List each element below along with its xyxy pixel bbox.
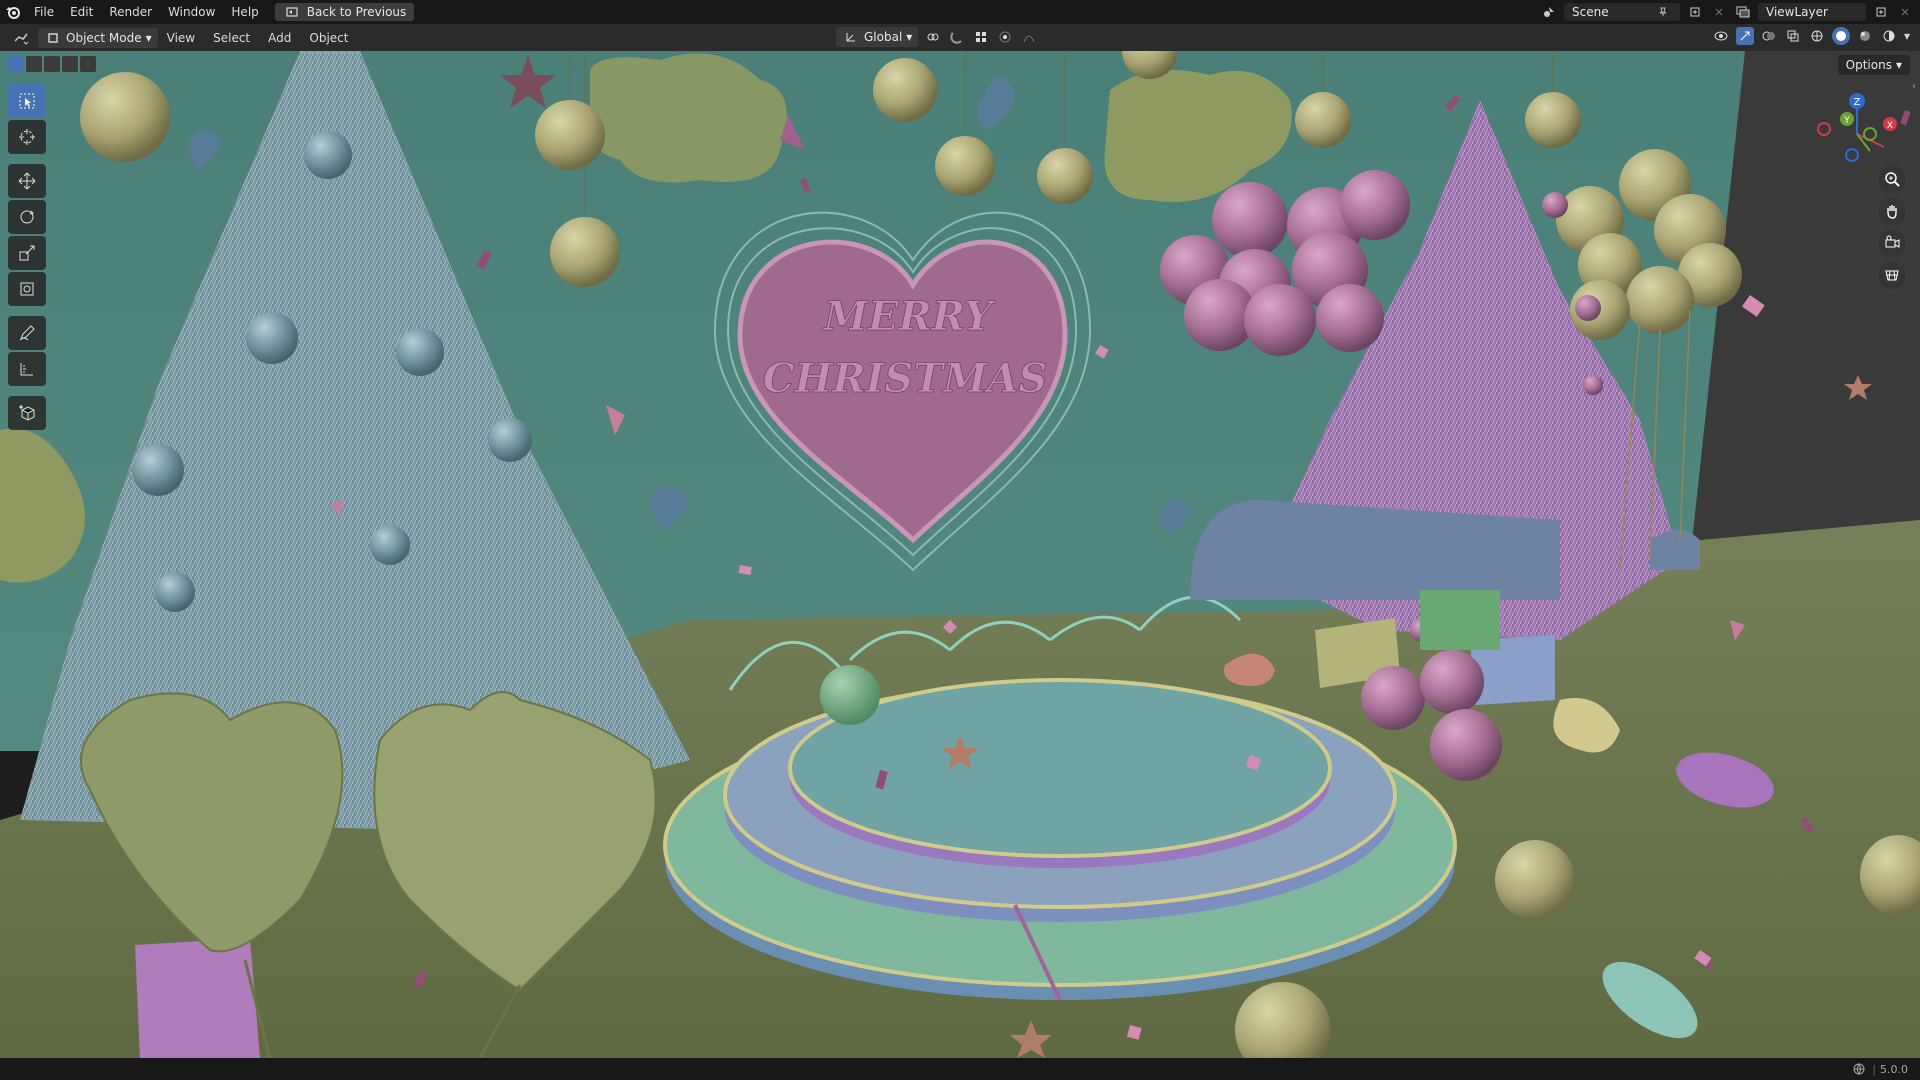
snap-icon[interactable]: [948, 28, 966, 46]
transform-icon: [20, 282, 34, 296]
visibility-icon[interactable]: [1712, 27, 1730, 45]
new-view-layer-icon[interactable]: [1872, 3, 1890, 21]
select-invert-icon[interactable]: [62, 56, 78, 72]
shading-solid-icon[interactable]: [1831, 27, 1850, 45]
topbar-right: Scene ViewLayer: [1540, 0, 1914, 24]
snap-increment-icon[interactable]: [972, 28, 990, 46]
menu-select[interactable]: Select: [204, 31, 259, 45]
proportional-editing-icon[interactable]: [996, 28, 1014, 46]
add-cube-icon: [19, 405, 35, 421]
transform-controls: Global ▾: [836, 27, 1038, 47]
globe-icon: [1850, 1060, 1868, 1078]
chevron-down-icon: ▾: [145, 30, 152, 45]
scale-icon: [19, 245, 35, 261]
mode-label: Object Mode: [66, 30, 142, 45]
3d-viewport[interactable]: MERRY CHRISTMAS Options ▾ Z Y X ‹: [0, 51, 1920, 1058]
blender-logo-icon[interactable]: [0, 0, 26, 24]
back-to-previous-label: Back to Previous: [306, 5, 407, 19]
orientation-axes-icon: [842, 28, 860, 46]
select-new-icon[interactable]: [8, 56, 24, 72]
transform-tool[interactable]: [8, 272, 46, 306]
scene-name: Scene: [1572, 5, 1609, 19]
scene-render: MERRY CHRISTMAS: [0, 51, 1920, 1058]
pin-icon[interactable]: [1654, 3, 1672, 21]
pan-hand-icon[interactable]: [1878, 197, 1906, 225]
version-label: 5.0.0: [1880, 1062, 1908, 1076]
options-label: Options: [1845, 58, 1892, 72]
ruler-icon: [20, 363, 33, 376]
select-intersect-icon[interactable]: [80, 56, 96, 72]
cursor-tool[interactable]: [8, 120, 46, 154]
pivot-point-icon[interactable]: [924, 28, 942, 46]
cursor-select-icon: [19, 93, 35, 109]
editor-type-icon[interactable]: [8, 29, 34, 47]
falloff-icon[interactable]: [1020, 28, 1038, 46]
scene-name-field[interactable]: Scene: [1564, 3, 1680, 21]
rotate-tool[interactable]: [8, 200, 46, 234]
move-tool[interactable]: [8, 164, 46, 198]
measure-tool[interactable]: [8, 352, 46, 386]
menu-view[interactable]: View: [158, 31, 204, 45]
3d-cursor-icon: [19, 129, 35, 145]
overlays-icon[interactable]: [1760, 27, 1778, 45]
back-to-previous-button[interactable]: Back to Previous: [274, 3, 415, 21]
transform-orientation-dropdown[interactable]: Global ▾: [836, 27, 919, 47]
move-arrows-icon: [18, 172, 36, 190]
screen-back-icon: [283, 3, 301, 21]
shading-material-icon[interactable]: [1856, 27, 1874, 45]
gizmo-z-label: Z: [1854, 97, 1861, 108]
viewport-header: Object Mode ▾ View Select Add Object Glo…: [0, 24, 1920, 52]
shading-wireframe-icon[interactable]: [1808, 27, 1826, 45]
menu-render[interactable]: Render: [101, 0, 160, 24]
viewport-shading-controls: ▾: [1712, 27, 1910, 45]
select-extend-icon[interactable]: [26, 56, 42, 72]
menu-file[interactable]: File: [26, 0, 62, 24]
scale-tool[interactable]: [8, 236, 46, 270]
xray-icon[interactable]: [1784, 27, 1802, 45]
viewport-navigation: [1878, 165, 1906, 289]
gizmo-toggle-icon[interactable]: [1735, 27, 1754, 45]
selection-mode-buttons: [8, 56, 96, 72]
delete-view-layer-icon[interactable]: [1896, 3, 1914, 21]
menu-object[interactable]: Object: [300, 31, 357, 45]
chevron-down-icon[interactable]: ▾: [1904, 29, 1910, 43]
chevron-down-icon: ▾: [906, 30, 913, 44]
select-box-tool[interactable]: [8, 84, 46, 118]
status-bar: | 5.0.0: [0, 1058, 1920, 1080]
sidebar-toggle-icon[interactable]: ‹: [1912, 81, 1920, 95]
pencil-icon: [19, 325, 35, 341]
orientation-label: Global: [864, 30, 903, 44]
top-bar: File Edit Render Window Help Back to Pre…: [0, 0, 1920, 25]
zoom-icon[interactable]: [1878, 165, 1906, 193]
annotate-tool[interactable]: [8, 316, 46, 350]
delete-scene-icon[interactable]: [1710, 3, 1728, 21]
perspective-toggle-icon[interactable]: [1878, 261, 1906, 289]
select-subtract-icon[interactable]: [44, 56, 60, 72]
new-scene-icon[interactable]: [1686, 3, 1704, 21]
rotate-icon: [20, 210, 34, 224]
chevron-down-icon: ▾: [1895, 58, 1902, 72]
menu-add[interactable]: Add: [259, 31, 300, 45]
tool-shelf: [8, 84, 46, 430]
object-mode-icon: [44, 29, 62, 47]
view-layer-icon[interactable]: [1734, 3, 1752, 21]
menu-window[interactable]: Window: [160, 0, 223, 24]
heart-text-line1: MERRY: [822, 293, 996, 340]
menu-edit[interactable]: Edit: [62, 0, 101, 24]
options-dropdown[interactable]: Options ▾: [1837, 55, 1910, 75]
scene-icon[interactable]: [1540, 3, 1558, 21]
gizmo-y-label: Y: [1843, 116, 1850, 126]
mode-dropdown[interactable]: Object Mode ▾: [38, 27, 158, 48]
camera-view-icon[interactable]: [1878, 229, 1906, 257]
gizmo-x-label: X: [1887, 121, 1893, 131]
add-cube-tool[interactable]: [8, 396, 46, 430]
view-layer-name: ViewLayer: [1766, 5, 1828, 19]
heart-text-line2: CHRISTMAS: [763, 355, 1047, 402]
view-layer-field[interactable]: ViewLayer: [1758, 3, 1866, 21]
shading-rendered-icon[interactable]: [1880, 27, 1898, 45]
menu-help[interactable]: Help: [223, 0, 266, 24]
